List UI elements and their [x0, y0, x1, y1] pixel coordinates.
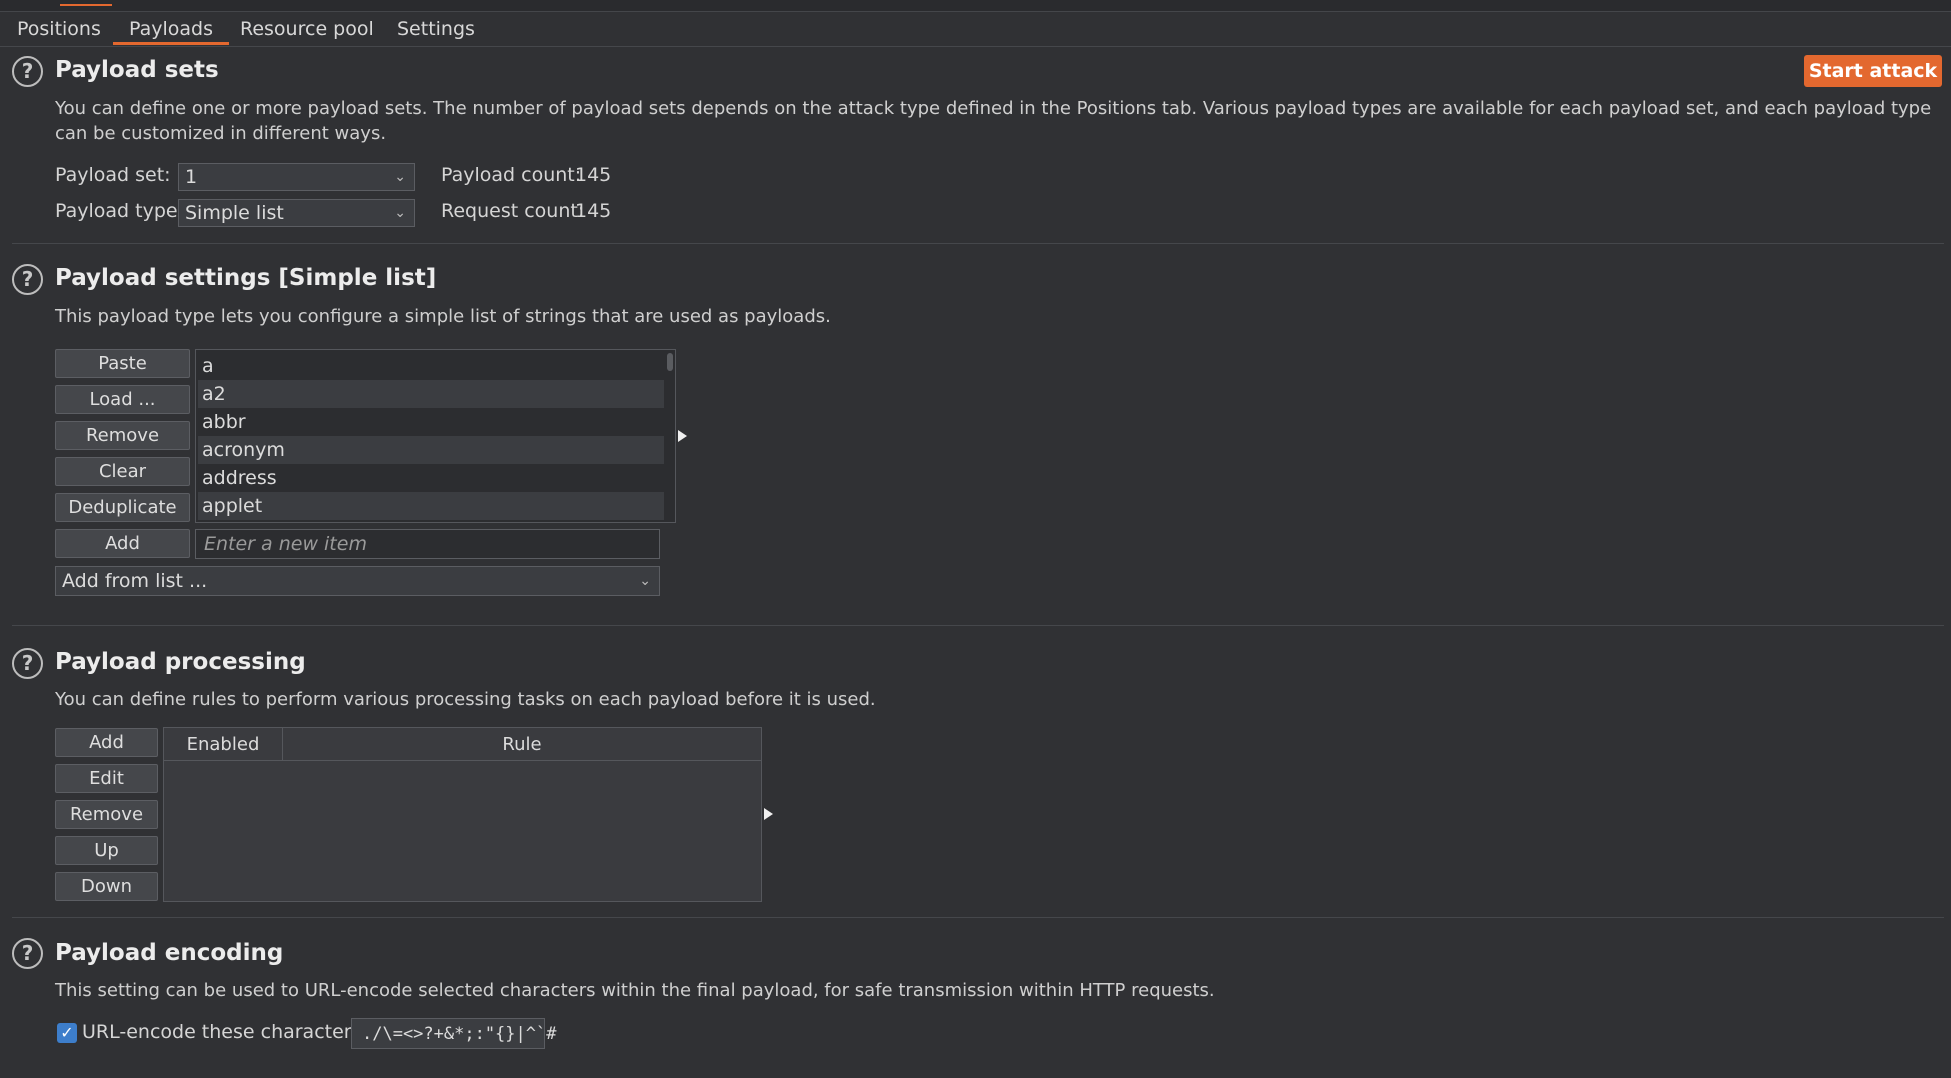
top-active-indicator	[60, 0, 112, 6]
url-encode-label: URL-encode these characters:	[82, 1021, 368, 1043]
section-divider	[12, 243, 1944, 244]
request-count-label: Request count:	[441, 200, 585, 222]
remove-button[interactable]: Remove	[55, 421, 190, 450]
payload-encoding-title: Payload encoding	[55, 940, 284, 966]
chevron-down-icon: ⌄	[639, 573, 651, 589]
new-item-input[interactable]: Enter a new item	[195, 529, 660, 559]
payload-type-value: Simple list	[185, 202, 284, 224]
window-top-strip	[0, 0, 1951, 12]
payload-type-select[interactable]: Simple list ⌄	[178, 199, 415, 227]
add-item-button[interactable]: Add	[55, 529, 190, 558]
add-from-list-label: Add from list ...	[62, 570, 208, 592]
section-divider	[12, 625, 1944, 626]
tab-payloads[interactable]: Payloads	[113, 13, 229, 45]
tab-settings[interactable]: Settings	[381, 13, 491, 45]
payload-settings-description: This payload type lets you configure a s…	[55, 306, 831, 327]
payload-sets-help-icon[interactable]: ?	[12, 56, 43, 87]
processing-edit-button[interactable]: Edit	[55, 764, 158, 793]
payload-encoding-help-icon[interactable]: ?	[12, 938, 43, 969]
payload-count-value: 145	[575, 164, 612, 186]
paste-button[interactable]: Paste	[55, 349, 190, 378]
payload-sets-title: Payload sets	[55, 57, 219, 83]
url-encode-checkbox[interactable]: ✓	[57, 1023, 77, 1043]
list-item[interactable]: address	[198, 464, 664, 492]
processing-remove-button[interactable]: Remove	[55, 800, 158, 829]
payload-type-label: Payload type:	[55, 200, 184, 222]
payload-count-label: Payload count:	[441, 164, 582, 186]
list-item[interactable]: a2	[198, 380, 664, 408]
list-scrollbar[interactable]	[667, 353, 673, 371]
tab-bar: Positions Payloads Resource pool Setting…	[0, 13, 1951, 47]
deduplicate-button[interactable]: Deduplicate	[55, 493, 190, 522]
list-item[interactable]: applet	[198, 492, 664, 520]
processing-rules-table[interactable]: Enabled Rule	[163, 727, 762, 902]
column-header-rule[interactable]: Rule	[283, 728, 761, 761]
clear-button[interactable]: Clear	[55, 457, 190, 486]
column-header-enabled[interactable]: Enabled	[164, 728, 283, 761]
processing-add-button[interactable]: Add	[55, 728, 158, 757]
load-button[interactable]: Load ...	[55, 385, 190, 414]
payload-processing-help-icon[interactable]: ?	[12, 648, 43, 679]
processing-up-button[interactable]: Up	[55, 836, 158, 865]
chevron-down-icon: ⌄	[394, 169, 406, 185]
url-encode-characters-input[interactable]: ./\=<>?+&*;:"{}|^`#	[351, 1018, 556, 1049]
payload-settings-title: Payload settings [Simple list]	[55, 265, 437, 291]
tab-resource-pool[interactable]: Resource pool	[224, 13, 390, 45]
request-count-value: 145	[575, 200, 612, 222]
payload-set-label: Payload set:	[55, 164, 171, 186]
payload-list[interactable]: a a2 abbr acronym address applet	[195, 349, 676, 523]
section-divider	[12, 917, 1944, 918]
payload-set-select[interactable]: 1 ⌄	[178, 163, 415, 191]
add-from-list-select[interactable]: Add from list ... ⌄	[55, 566, 660, 596]
processing-down-button[interactable]: Down	[55, 872, 158, 901]
list-item[interactable]: abbr	[198, 408, 664, 436]
check-icon: ✓	[60, 1023, 74, 1042]
payload-set-value: 1	[185, 166, 198, 188]
payload-encoding-description: This setting can be used to URL-encode s…	[55, 980, 1215, 1001]
tab-positions[interactable]: Positions	[1, 13, 117, 45]
list-item[interactable]: acronym	[198, 436, 664, 464]
triangle-right-icon[interactable]	[764, 808, 773, 820]
list-item[interactable]: a	[198, 352, 664, 380]
payload-settings-help-icon[interactable]: ?	[12, 264, 43, 295]
payload-sets-description: You can define one or more payload sets.…	[55, 98, 1932, 144]
payload-processing-title: Payload processing	[55, 649, 306, 675]
start-attack-button[interactable]: Start attack	[1804, 55, 1942, 87]
chevron-down-icon: ⌄	[394, 205, 406, 221]
payload-processing-description: You can define rules to perform various …	[55, 689, 876, 710]
triangle-right-icon[interactable]	[678, 430, 687, 442]
